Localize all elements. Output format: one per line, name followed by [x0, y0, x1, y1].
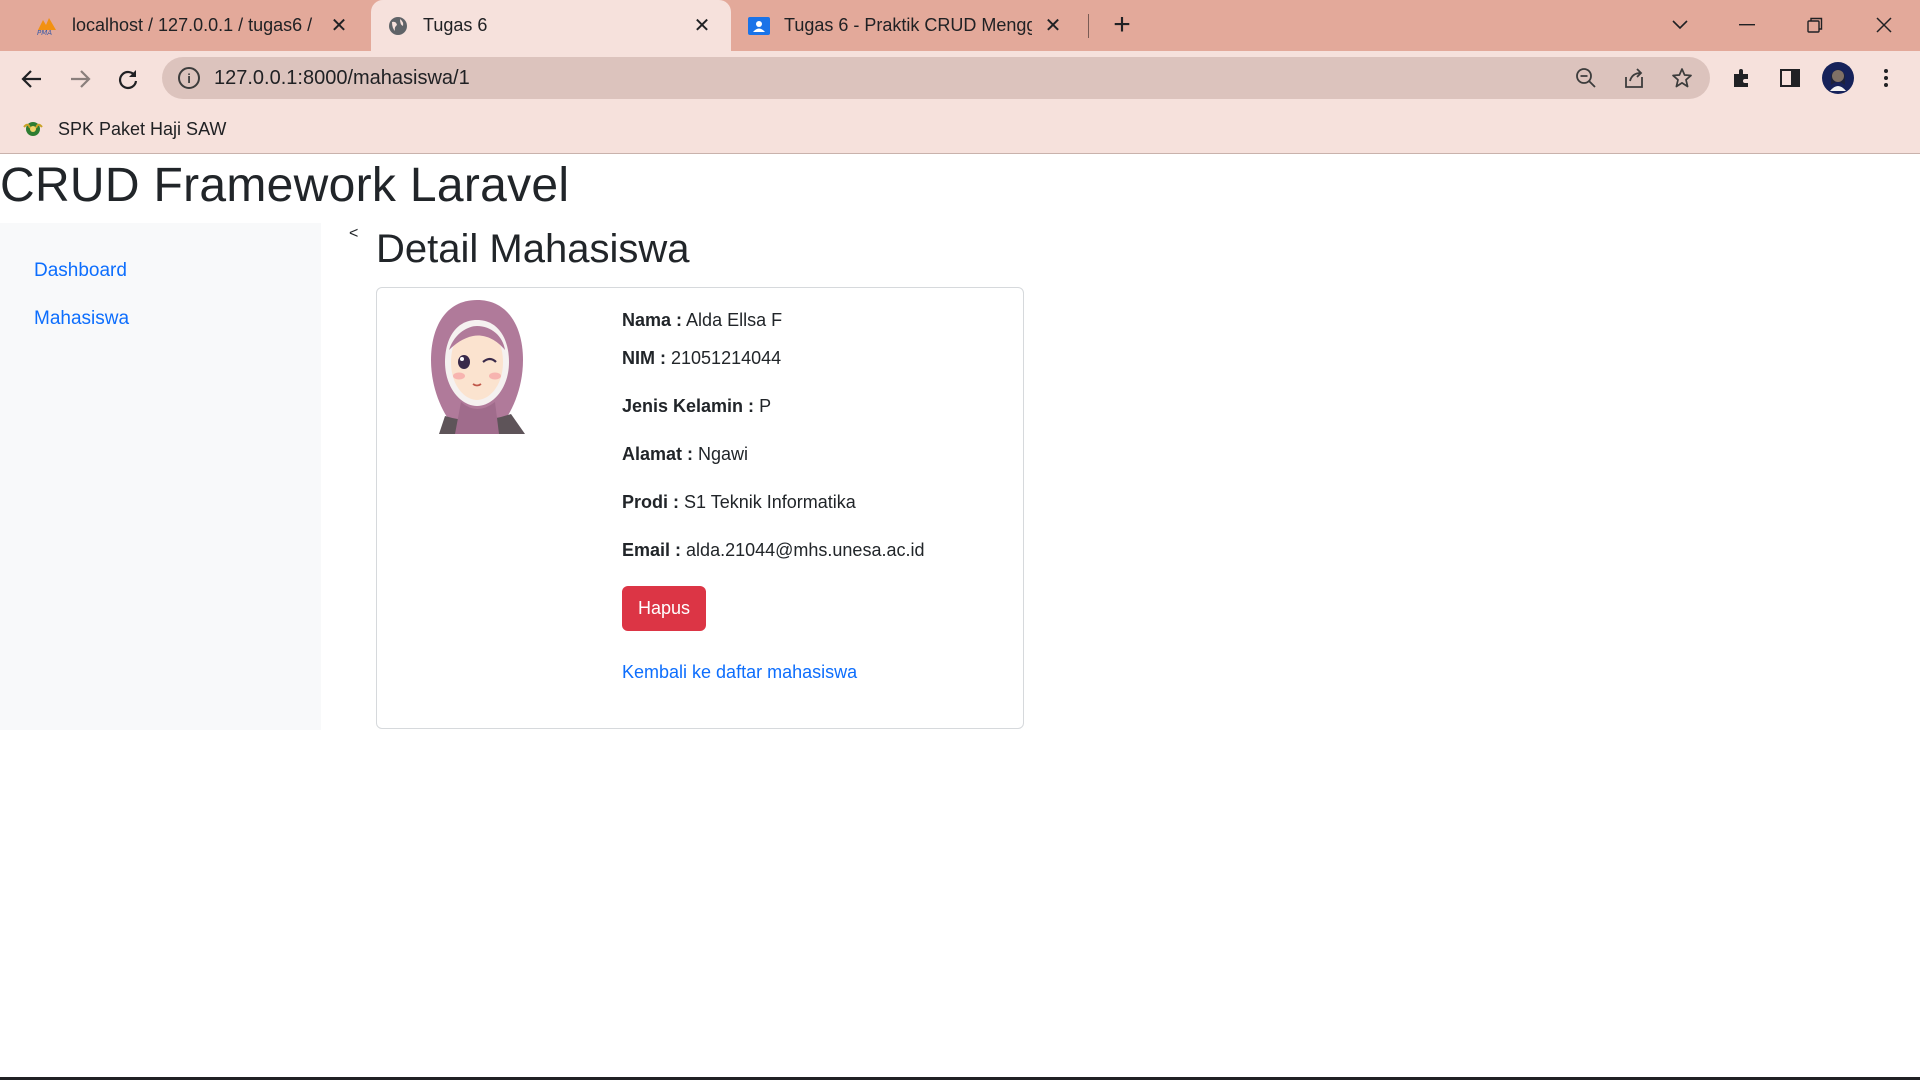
- site-title: CRUD Framework Laravel: [0, 159, 570, 212]
- sidebar-item-dashboard[interactable]: Dashboard: [34, 260, 127, 282]
- field-nama: Nama : Alda Ellsa F: [622, 310, 782, 331]
- field-jenis-kelamin: Jenis Kelamin : P: [622, 396, 771, 417]
- field-nim: NIM : 21051214044: [622, 348, 781, 369]
- tab-title: Tugas 6 - Praktik CRUD Menggun: [784, 15, 1032, 35]
- tab-classroom[interactable]: Tugas 6 - Praktik CRUD Menggun ✕: [732, 0, 1082, 51]
- field-label: Jenis Kelamin :: [622, 396, 755, 416]
- tab-phpmyadmin[interactable]: PMA localhost / 127.0.0.1 / tugas6 / m ✕: [20, 0, 368, 51]
- field-value: Alda Ellsa F: [686, 310, 783, 330]
- sidebar-collapse-toggle[interactable]: <: [349, 225, 358, 243]
- back-arrow-icon[interactable]: [14, 61, 50, 97]
- field-label: NIM :: [622, 348, 666, 368]
- student-detail-card: Nama : Alda Ellsa F NIM : 21051214044 Je…: [376, 287, 1024, 729]
- bookmark-spk-paket-haji[interactable]: SPK Paket Haji SAW: [22, 115, 226, 143]
- menu-kebab-icon[interactable]: [1868, 60, 1904, 96]
- emblem-icon: [22, 118, 44, 140]
- bookmark-star-icon[interactable]: [1664, 60, 1700, 96]
- window-close-icon[interactable]: [1864, 8, 1904, 42]
- field-prodi: Prodi : S1 Teknik Informatika: [622, 492, 856, 513]
- new-tab-button[interactable]: +: [1106, 10, 1138, 42]
- tab-title: Tugas 6: [423, 15, 488, 35]
- forward-arrow-icon[interactable]: [62, 61, 98, 97]
- restore-icon[interactable]: [1795, 8, 1835, 42]
- close-icon[interactable]: ✕: [1040, 13, 1066, 39]
- delete-button[interactable]: Hapus: [622, 586, 706, 631]
- classroom-icon: [748, 15, 770, 37]
- close-icon[interactable]: ✕: [689, 13, 715, 39]
- page-heading: Detail Mahasiswa: [376, 227, 690, 271]
- bookmarks-bar: SPK Paket Haji SAW: [0, 105, 1920, 154]
- tab-title: localhost / 127.0.0.1 / tugas6 / m: [72, 15, 318, 35]
- field-label: Email :: [622, 540, 682, 560]
- globe-icon: [387, 15, 409, 37]
- field-value: Ngawi: [698, 444, 749, 464]
- zoom-out-icon[interactable]: [1568, 60, 1604, 96]
- field-label: Prodi :: [622, 492, 679, 512]
- tab-tugas6[interactable]: Tugas 6 ✕: [371, 0, 731, 51]
- field-value: 21051214044: [671, 348, 782, 368]
- phpmyadmin-icon: PMA: [36, 15, 58, 37]
- close-icon[interactable]: ✕: [326, 13, 352, 39]
- site-info-icon[interactable]: i: [178, 67, 200, 89]
- profile-avatar[interactable]: [1820, 60, 1856, 96]
- sidebar: Dashboard Mahasiswa: [0, 223, 321, 730]
- back-to-list-link[interactable]: Kembali ke daftar mahasiswa: [622, 662, 857, 683]
- field-email: Email : alda.21044@mhs.unesa.ac.id: [622, 540, 924, 561]
- side-panel-icon[interactable]: [1772, 60, 1808, 96]
- url-text[interactable]: 127.0.0.1:8000/mahasiswa/1: [214, 67, 470, 90]
- tab-strip: PMA localhost / 127.0.0.1 / tugas6 / m ✕…: [0, 0, 1920, 51]
- minimize-icon[interactable]: [1727, 8, 1767, 42]
- browser-toolbar: i 127.0.0.1:8000/mahasiswa/1: [0, 51, 1920, 105]
- extensions-icon[interactable]: [1724, 60, 1760, 96]
- field-value: S1 Teknik Informatika: [684, 492, 856, 512]
- field-label: Nama :: [622, 310, 683, 330]
- tab-search-icon[interactable]: [1660, 8, 1700, 42]
- share-icon[interactable]: [1616, 60, 1652, 96]
- field-alamat: Alamat : Ngawi: [622, 444, 748, 465]
- address-bar[interactable]: i 127.0.0.1:8000/mahasiswa/1: [162, 57, 1710, 99]
- field-label: Alamat :: [622, 444, 694, 464]
- sidebar-item-mahasiswa[interactable]: Mahasiswa: [34, 308, 129, 330]
- svg-text:PMA: PMA: [37, 29, 52, 36]
- bookmark-label: SPK Paket Haji SAW: [58, 118, 227, 139]
- student-photo: [425, 298, 529, 434]
- page-content: CRUD Framework Laravel Dashboard Mahasis…: [0, 155, 1920, 1080]
- tab-divider: [1088, 14, 1089, 38]
- field-value: P: [759, 396, 772, 416]
- field-value: alda.21044@mhs.unesa.ac.id: [686, 540, 925, 560]
- reload-icon[interactable]: [110, 61, 146, 97]
